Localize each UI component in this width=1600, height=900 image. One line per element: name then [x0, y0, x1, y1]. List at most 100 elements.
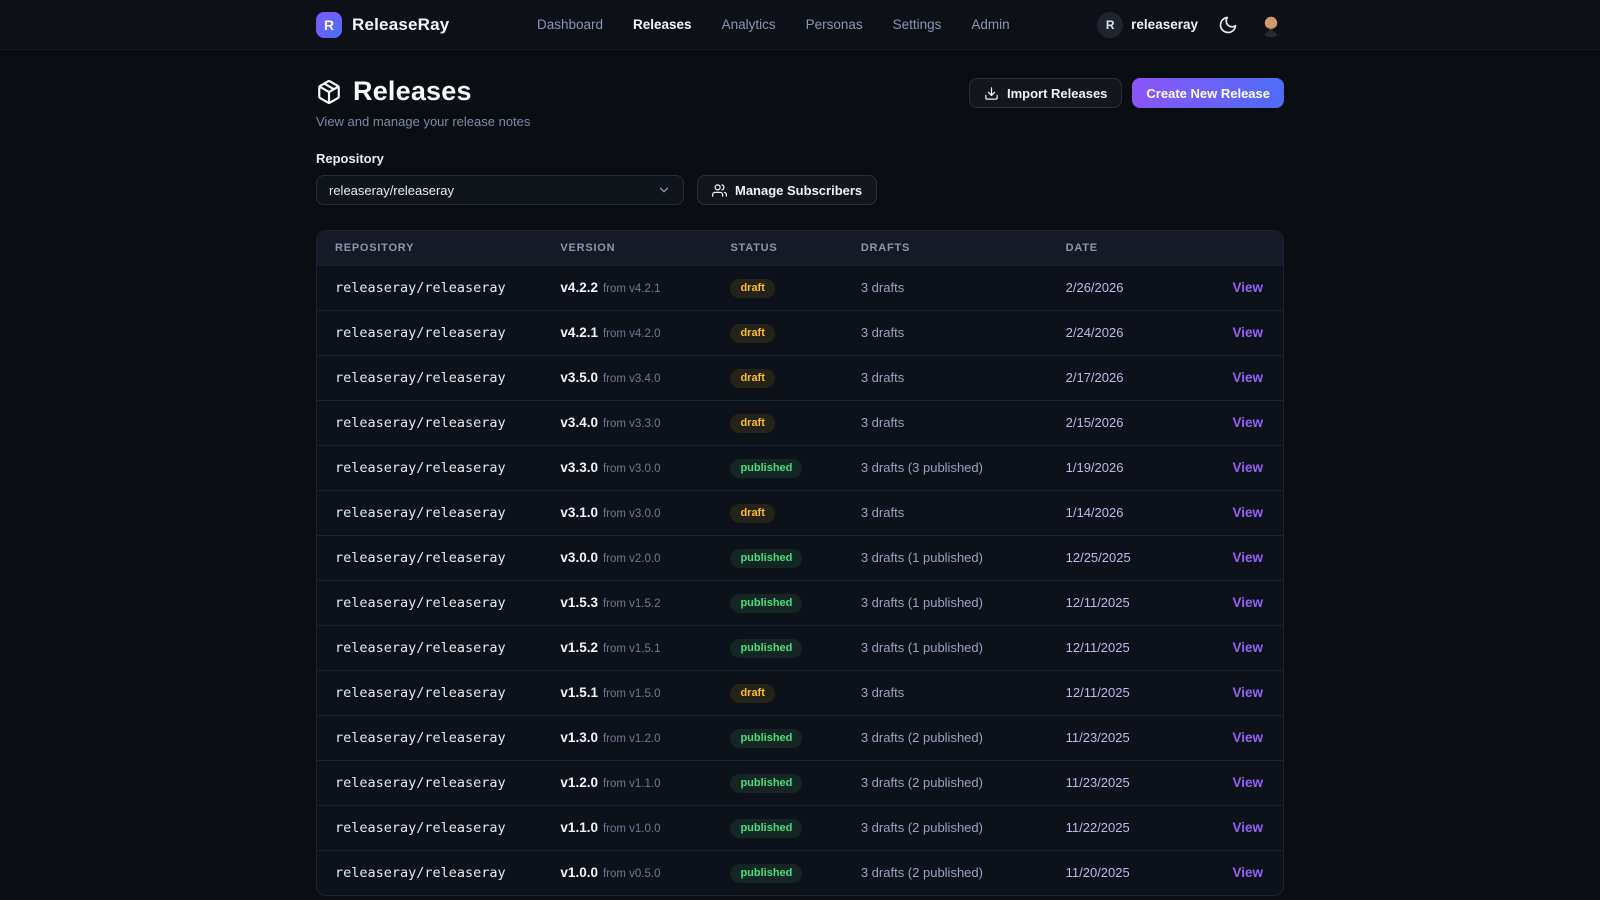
version-label: v4.2.2: [560, 280, 598, 295]
import-releases-button[interactable]: Import Releases: [969, 78, 1122, 108]
main-nav: Dashboard Releases Analytics Personas Se…: [537, 17, 1010, 32]
user-avatar[interactable]: [1258, 12, 1284, 38]
view-link[interactable]: View: [1232, 280, 1263, 295]
date-cell: 2/17/2026: [1066, 355, 1221, 400]
version-from-label: from v3.3.0: [603, 418, 661, 430]
version-from-label: from v1.5.1: [603, 643, 661, 655]
repo-cell: releaseray/releaseray: [317, 400, 560, 445]
status-badge: published: [730, 729, 802, 748]
version-label: v3.3.0: [560, 460, 598, 475]
date-cell: 2/24/2026: [1066, 310, 1221, 355]
releases-table-card: REPOSITORY VERSION STATUS DRAFTS DATE re…: [316, 230, 1284, 896]
date-cell: 12/11/2025: [1066, 580, 1221, 625]
view-link[interactable]: View: [1232, 865, 1263, 880]
status-badge: published: [730, 639, 802, 658]
repo-cell: releaseray/releaseray: [317, 715, 560, 760]
nav-item-admin[interactable]: Admin: [971, 17, 1009, 32]
version-label: v1.5.2: [560, 640, 598, 655]
drafts-cell: 3 drafts: [861, 400, 1066, 445]
view-link[interactable]: View: [1232, 685, 1263, 700]
nav-item-analytics[interactable]: Analytics: [722, 17, 776, 32]
view-link[interactable]: View: [1232, 640, 1263, 655]
version-from-label: from v1.0.0: [603, 823, 661, 835]
date-cell: 11/23/2025: [1066, 760, 1221, 805]
moon-icon: [1218, 15, 1238, 35]
version-from-label: from v1.5.2: [603, 598, 661, 610]
version-from-label: from v1.2.0: [603, 733, 661, 745]
view-link[interactable]: View: [1232, 775, 1263, 790]
version-label: v3.0.0: [560, 550, 598, 565]
page-title: Releases: [353, 76, 472, 107]
nav-item-dashboard[interactable]: Dashboard: [537, 17, 603, 32]
version-label: v4.2.1: [560, 325, 598, 340]
version-label: v1.3.0: [560, 730, 598, 745]
drafts-cell: 3 drafts (1 published): [861, 535, 1066, 580]
app-logo-icon: R: [316, 12, 342, 38]
drafts-cell: 3 drafts: [861, 670, 1066, 715]
version-label: v1.2.0: [560, 775, 598, 790]
table-row: releaseray/releaseray v1.5.1from v1.5.0 …: [317, 670, 1283, 715]
column-header-repository: REPOSITORY: [317, 231, 560, 265]
status-badge: published: [730, 594, 802, 613]
view-link[interactable]: View: [1232, 505, 1263, 520]
brand[interactable]: R ReleaseRay: [316, 12, 449, 38]
status-badge: draft: [730, 324, 774, 343]
date-cell: 1/14/2026: [1066, 490, 1221, 535]
version-from-label: from v3.0.0: [603, 463, 661, 475]
version-from-label: from v1.1.0: [603, 778, 661, 790]
version-from-label: from v4.2.0: [603, 328, 661, 340]
status-badge: published: [730, 459, 802, 478]
status-badge: published: [730, 774, 802, 793]
repository-select[interactable]: releaseray/releaseray: [316, 175, 684, 205]
repo-cell: releaseray/releaseray: [317, 265, 560, 310]
drafts-cell: 3 drafts: [861, 265, 1066, 310]
column-header-date: DATE: [1066, 231, 1221, 265]
repo-cell: releaseray/releaseray: [317, 445, 560, 490]
release-table-body: releaseray/releaseray v4.2.2from v4.2.1 …: [317, 265, 1283, 895]
view-link[interactable]: View: [1232, 820, 1263, 835]
view-link[interactable]: View: [1232, 370, 1263, 385]
drafts-cell: 3 drafts (1 published): [861, 580, 1066, 625]
status-badge: published: [730, 549, 802, 568]
view-link[interactable]: View: [1232, 415, 1263, 430]
table-row: releaseray/releaseray v4.2.1from v4.2.0 …: [317, 310, 1283, 355]
date-cell: 2/15/2026: [1066, 400, 1221, 445]
create-new-release-button[interactable]: Create New Release: [1132, 78, 1284, 108]
view-link[interactable]: View: [1232, 550, 1263, 565]
drafts-cell: 3 drafts (2 published): [861, 715, 1066, 760]
theme-toggle[interactable]: [1218, 15, 1238, 35]
view-link[interactable]: View: [1232, 460, 1263, 475]
status-badge: draft: [730, 684, 774, 703]
version-from-label: from v2.0.0: [603, 553, 661, 565]
repo-cell: releaseray/releaseray: [317, 760, 560, 805]
drafts-cell: 3 drafts (1 published): [861, 625, 1066, 670]
table-row: releaseray/releaseray v3.5.0from v3.4.0 …: [317, 355, 1283, 400]
drafts-cell: 3 drafts (2 published): [861, 805, 1066, 850]
column-header-drafts: DRAFTS: [861, 231, 1066, 265]
drafts-cell: 3 drafts (2 published): [861, 760, 1066, 805]
drafts-cell: 3 drafts: [861, 310, 1066, 355]
status-badge: draft: [730, 504, 774, 523]
repo-cell: releaseray/releaseray: [317, 310, 560, 355]
status-badge: draft: [730, 414, 774, 433]
version-from-label: from v3.4.0: [603, 373, 661, 385]
version-label: v1.1.0: [560, 820, 598, 835]
version-label: v1.5.3: [560, 595, 598, 610]
view-link[interactable]: View: [1232, 730, 1263, 745]
table-row: releaseray/releaseray v1.5.3from v1.5.2 …: [317, 580, 1283, 625]
view-link[interactable]: View: [1232, 325, 1263, 340]
date-cell: 11/22/2025: [1066, 805, 1221, 850]
date-cell: 12/11/2025: [1066, 625, 1221, 670]
version-label: v3.5.0: [560, 370, 598, 385]
nav-item-settings[interactable]: Settings: [893, 17, 942, 32]
table-row: releaseray/releaseray v3.0.0from v2.0.0 …: [317, 535, 1283, 580]
view-link[interactable]: View: [1232, 595, 1263, 610]
table-row: releaseray/releaseray v1.2.0from v1.1.0 …: [317, 760, 1283, 805]
manage-subscribers-button[interactable]: Manage Subscribers: [697, 175, 877, 205]
table-row: releaseray/releaseray v1.1.0from v1.0.0 …: [317, 805, 1283, 850]
nav-item-releases[interactable]: Releases: [633, 17, 692, 32]
status-badge: published: [730, 864, 802, 883]
nav-item-personas[interactable]: Personas: [806, 17, 863, 32]
user-menu[interactable]: R releaseray: [1097, 12, 1198, 38]
repo-cell: releaseray/releaseray: [317, 490, 560, 535]
